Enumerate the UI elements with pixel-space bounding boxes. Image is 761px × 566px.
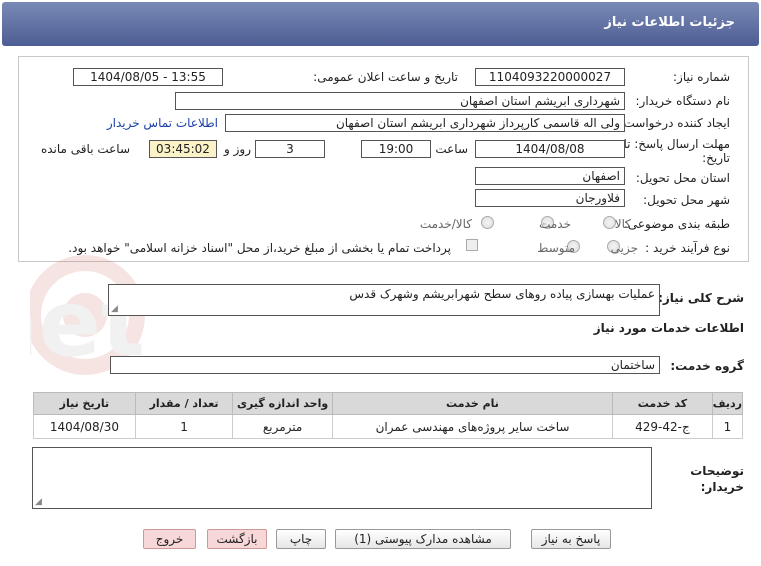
days-label: روز و — [224, 142, 251, 156]
remaining-label: ساعت باقی مانده — [40, 142, 130, 156]
deadline-time-field[interactable]: 19:00 — [361, 140, 431, 158]
exit-button[interactable]: خروج — [143, 529, 196, 549]
service-group-label: گروه خدمت: — [670, 359, 744, 373]
province-field[interactable]: اصفهان — [475, 167, 625, 185]
description-label: شرح کلی نیاز: — [658, 291, 744, 305]
description-field[interactable]: عملیات بهسازی پیاده روهای سطح شهرابریشم … — [108, 284, 660, 316]
announce-field[interactable]: 1404/08/05 - 13:55 — [73, 68, 223, 86]
resize-grip-icon[interactable]: ◢ — [35, 497, 42, 507]
cell-service-name: ساخت سایر پروژه‌های مهندسی عمران — [331, 414, 614, 439]
deadline-label: مهلت ارسال پاسخ: تا — [623, 137, 730, 151]
table-header-row: ردیف کد خدمت نام خدمت واحد اندازه گیری ت… — [33, 392, 744, 415]
reply-button[interactable]: پاسخ به نیاز — [531, 529, 611, 549]
services-table: ردیف کد خدمت نام خدمت واحد اندازه گیری ت… — [33, 392, 744, 439]
buyer-org-label: نام دستگاه خریدار: — [635, 94, 731, 108]
category-radio-goods-service[interactable] — [481, 216, 494, 229]
view-attachments-button[interactable]: مشاهده مدارک پیوستی (1) — [335, 529, 511, 549]
col-row: ردیف — [711, 392, 744, 415]
contact-buyer-link[interactable]: اطلاعات تماس خریدار — [107, 116, 218, 130]
category-label: طبقه بندی موضوعی: — [623, 217, 730, 231]
province-label: استان محل تحویل: — [635, 171, 730, 185]
page-title: جزئیات اطلاعات نیاز — [604, 15, 735, 30]
col-quantity: تعداد / مقدار — [134, 392, 234, 415]
col-unit: واحد اندازه گیری — [232, 392, 333, 415]
resize-grip-icon[interactable]: ◢ — [111, 304, 118, 314]
days-field[interactable]: 3 — [255, 140, 325, 158]
need-number-label: شماره نیاز: — [673, 70, 730, 84]
cell-service-code: ج-42-429 — [612, 414, 713, 439]
category-option-goods: کالا — [614, 217, 631, 231]
remaining-time-field: 03:45:02 — [149, 140, 217, 158]
deadline-label-date: تاریخ: — [702, 151, 730, 165]
back-button[interactable]: بازگشت — [207, 529, 267, 549]
cell-row: 1 — [711, 414, 744, 439]
service-group-field[interactable]: ساختمان — [110, 356, 660, 374]
need-number-field[interactable]: 1104093220000027 — [475, 68, 625, 86]
deadline-date-field[interactable]: 1404/08/08 — [475, 140, 625, 158]
city-field[interactable]: فلاورجان — [475, 189, 625, 207]
title-bar: جزئیات اطلاعات نیاز — [2, 2, 759, 46]
category-option-goods-service: کالا/خدمت — [419, 217, 472, 231]
table-row[interactable]: 1 ج-42-429 ساخت سایر پروژه‌های مهندسی عم… — [33, 414, 744, 439]
cell-unit: مترمربع — [232, 414, 333, 439]
cell-quantity: 1 — [134, 414, 234, 439]
buyer-org-field[interactable]: شهرداری ابریشم استان اصفهان — [175, 92, 625, 110]
services-section-title: اطلاعات خدمات مورد نیاز — [593, 321, 744, 335]
buyer-notes-label: توضیحات — [690, 464, 744, 478]
col-need-date: تاریخ نیاز — [33, 392, 136, 415]
creator-label: ایجاد کننده درخواست: — [619, 116, 730, 130]
category-option-service: خدمت — [539, 217, 571, 231]
time-label: ساعت — [435, 142, 468, 156]
details-panel: شماره نیاز: 1104093220000027 تاریخ و ساع… — [18, 56, 749, 262]
announce-label: تاریخ و ساعت اعلان عمومی: — [313, 70, 458, 84]
creator-field[interactable]: ولی اله قاسمی کارپرداز شهرداری ابریشم اس… — [225, 114, 625, 132]
print-button[interactable]: چاپ — [276, 529, 326, 549]
buyer-notes-label-2: خریدار: — [700, 480, 744, 494]
description-text: عملیات بهسازی پیاده روهای سطح شهرابریشم … — [349, 287, 655, 301]
process-label: نوع فرآیند خرید : — [645, 241, 730, 255]
buyer-notes-field[interactable]: ◢ — [32, 447, 652, 509]
cell-need-date: 1404/08/30 — [33, 414, 136, 439]
col-service-name: نام خدمت — [331, 392, 614, 415]
city-label: شهر محل تحویل: — [643, 193, 730, 207]
col-service-code: کد خدمت — [612, 392, 713, 415]
